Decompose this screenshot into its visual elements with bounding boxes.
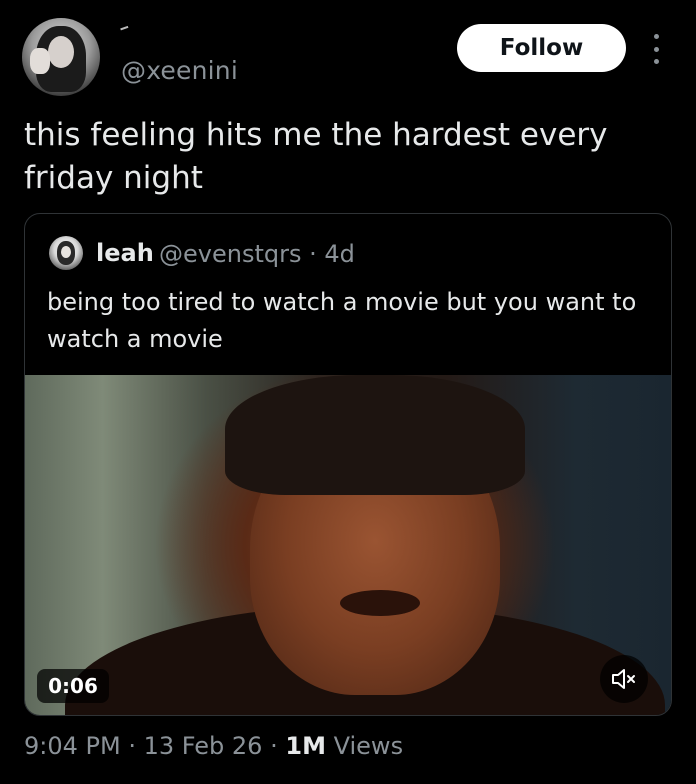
tweet-text: this feeling hits me the hardest every f… — [24, 117, 608, 196]
quoted-meta: @evenstqrs · 4d — [159, 240, 355, 268]
display-name-mark — [120, 25, 130, 35]
views-label: Views — [333, 732, 404, 760]
dot — [653, 34, 659, 39]
quoted-text: being too tired to watch a movie but you… — [47, 288, 637, 353]
tweet-time: 9:04 PM — [24, 732, 121, 760]
video-player[interactable]: 0:06 — [25, 375, 671, 715]
separator: · — [309, 240, 317, 268]
tweet-timestamp[interactable]: 9:04 PM · 13 Feb 26 · 1M Views — [24, 732, 403, 760]
avatar-face — [48, 36, 74, 68]
avatar-face — [61, 246, 71, 258]
avatar-hand — [30, 48, 50, 74]
video-figure-hair — [225, 375, 525, 495]
quoted-display-name[interactable]: leah — [96, 239, 154, 267]
dot — [653, 59, 659, 64]
dot — [653, 46, 659, 52]
views-count: 1M — [285, 732, 326, 760]
follow-button[interactable]: Follow — [457, 24, 626, 72]
quoted-age: 4d — [324, 240, 355, 268]
author-avatar[interactable] — [22, 18, 100, 96]
volume-muted-icon[interactable] — [600, 655, 648, 703]
quoted-tweet[interactable]: leah @evenstqrs · 4d being too tired to … — [24, 213, 672, 716]
author-handle[interactable]: @xeenini — [121, 56, 238, 85]
video-duration-badge: 0:06 — [37, 669, 109, 703]
tweet-date: 13 Feb 26 — [143, 732, 263, 760]
separator: · — [270, 732, 278, 760]
more-options-icon[interactable] — [648, 34, 664, 64]
quoted-author-avatar[interactable] — [49, 236, 83, 270]
quoted-handle[interactable]: @evenstqrs — [159, 240, 301, 268]
video-figure-mouth — [340, 590, 420, 616]
separator: · — [128, 732, 136, 760]
